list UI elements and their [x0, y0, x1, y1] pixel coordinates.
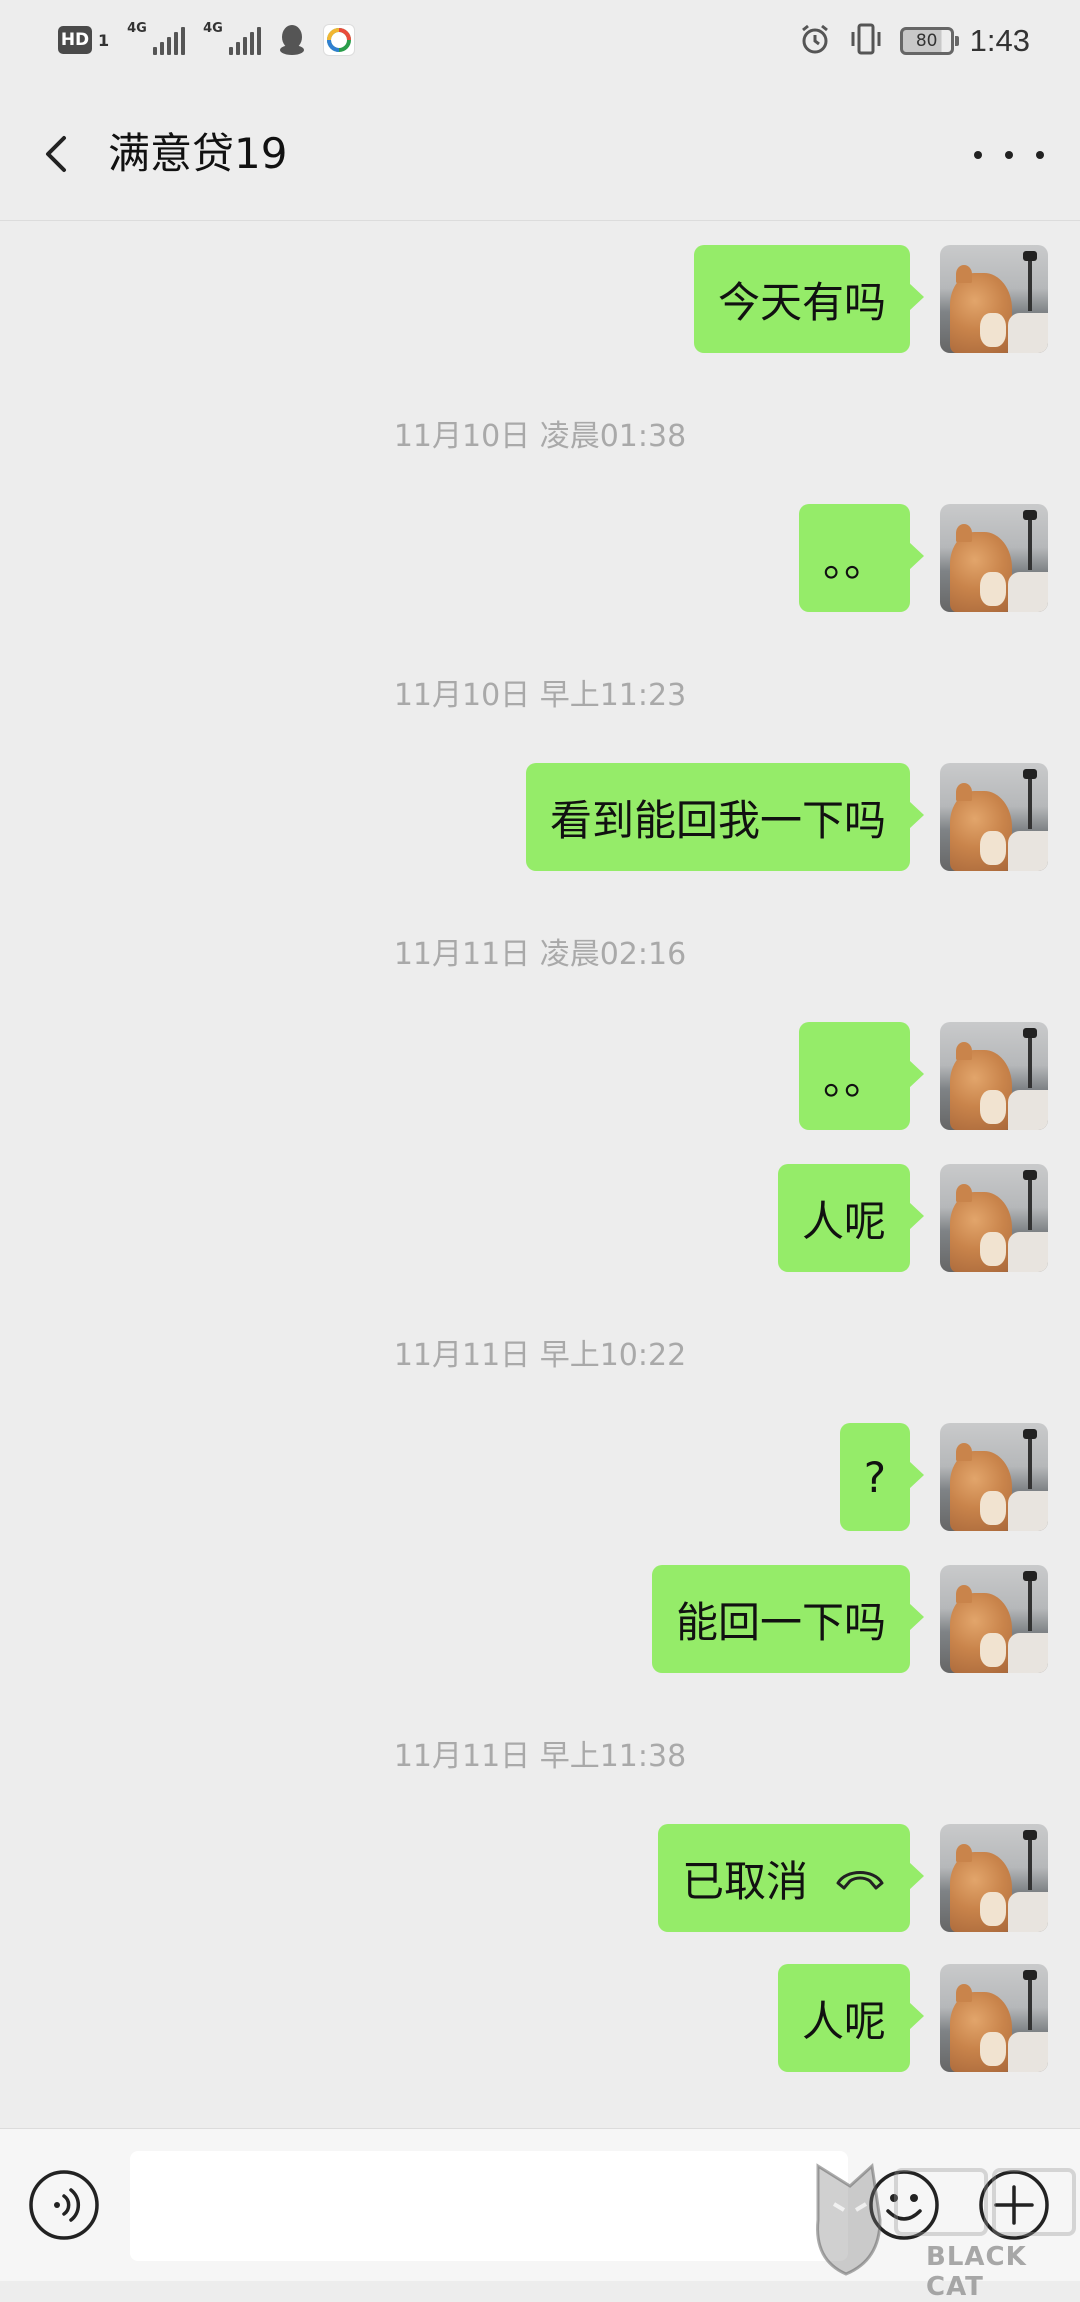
avatar[interactable]	[940, 504, 1048, 612]
status-left: HD 1 4G 4G	[58, 21, 356, 56]
plus-icon	[979, 2170, 1049, 2240]
battery-icon: 80	[899, 27, 959, 55]
status-right: 80 1:43	[798, 22, 1030, 60]
avatar[interactable]	[940, 1022, 1048, 1130]
message-bubble[interactable]: 。。	[798, 1022, 925, 1130]
avatar[interactable]	[940, 1423, 1048, 1531]
phone-hangup-icon	[836, 1871, 884, 1890]
avatar[interactable]	[940, 763, 1048, 871]
message-row: ?	[839, 1423, 1048, 1531]
vibrate-icon	[848, 22, 884, 60]
message-text: 。。	[822, 1054, 886, 1104]
status-bar: HD 1 4G 4G 80 1:43	[0, 0, 1080, 92]
avatar[interactable]	[940, 245, 1048, 353]
timestamp: 11月11日 凌晨02:16	[393, 937, 687, 972]
plus-button[interactable]	[978, 2169, 1050, 2241]
network-type-2: 4G	[203, 21, 223, 36]
chat-header: 满意贷19	[0, 92, 1080, 221]
message-bubble[interactable]: ?	[839, 1423, 925, 1531]
message-text: 。。	[822, 536, 886, 586]
more-dots-icon	[974, 151, 982, 159]
avatar[interactable]	[940, 1824, 1048, 1932]
clock: 1:43	[969, 23, 1030, 58]
timestamp: 11月11日 早上11:38	[393, 1739, 687, 1774]
message-row: 。。	[798, 1022, 1048, 1130]
message-input[interactable]	[130, 2151, 848, 2261]
app-notification-icon	[323, 24, 356, 56]
message-bubble[interactable]: 人呢	[777, 1964, 925, 2072]
message-text: ?	[863, 1452, 886, 1502]
input-bar	[0, 2128, 1080, 2281]
message-bubble[interactable]: 人呢	[777, 1164, 925, 1272]
message-bubble[interactable]: 看到能回我一下吗	[525, 763, 925, 871]
avatar[interactable]	[940, 1565, 1048, 1673]
message-bubble[interactable]: 能回一下吗	[651, 1565, 925, 1673]
message-row: 看到能回我一下吗	[525, 763, 1048, 871]
alarm-icon	[798, 22, 832, 60]
sim-index: 1	[98, 30, 110, 50]
chat-title: 满意贷19	[108, 129, 288, 178]
hd-badge: HD	[58, 26, 92, 54]
back-button[interactable]	[28, 124, 88, 184]
message-row: 人呢	[777, 1964, 1048, 2072]
emoji-button[interactable]	[868, 2169, 940, 2241]
message-text: 看到能回我一下吗	[549, 795, 886, 845]
message-text: 能回一下吗	[675, 1597, 886, 1647]
avatar[interactable]	[940, 1164, 1048, 1272]
message-text: 今天有吗	[717, 277, 886, 327]
timestamp: 11月10日 凌晨01:38	[393, 419, 687, 454]
voice-icon	[29, 2170, 99, 2240]
call-bubble[interactable]: 已取消	[657, 1824, 925, 1932]
message-row: 已取消	[657, 1824, 1048, 1932]
message-text: 人呢	[801, 1996, 886, 2046]
avatar[interactable]	[940, 1964, 1048, 2072]
emoji-icon	[869, 2170, 939, 2240]
message-row: 人呢	[777, 1164, 1048, 1272]
message-row: 。。	[798, 504, 1048, 612]
signal-icon-2: 4G	[203, 21, 262, 55]
message-bubble[interactable]: 。。	[798, 504, 925, 612]
qq-icon	[279, 24, 305, 56]
chevron-left-icon	[46, 136, 66, 172]
message-bubble[interactable]: 今天有吗	[693, 245, 925, 353]
call-status-text: 已取消	[681, 1856, 808, 1906]
message-row: 能回一下吗	[651, 1565, 1048, 1673]
timestamp: 11月11日 早上10:22	[393, 1338, 687, 1373]
voice-button[interactable]	[28, 2169, 100, 2241]
more-button[interactable]	[974, 130, 1044, 180]
timestamp: 11月10日 早上11:23	[393, 678, 687, 713]
message-list[interactable]: 今天有吗 11月10日 凌晨01:38 。。 11月10日 早上11:23 看到…	[0, 221, 1080, 2127]
signal-icon: 4G	[127, 21, 186, 55]
network-type: 4G	[127, 21, 147, 36]
message-row: 今天有吗	[693, 245, 1048, 353]
message-text: 人呢	[801, 1196, 886, 1246]
